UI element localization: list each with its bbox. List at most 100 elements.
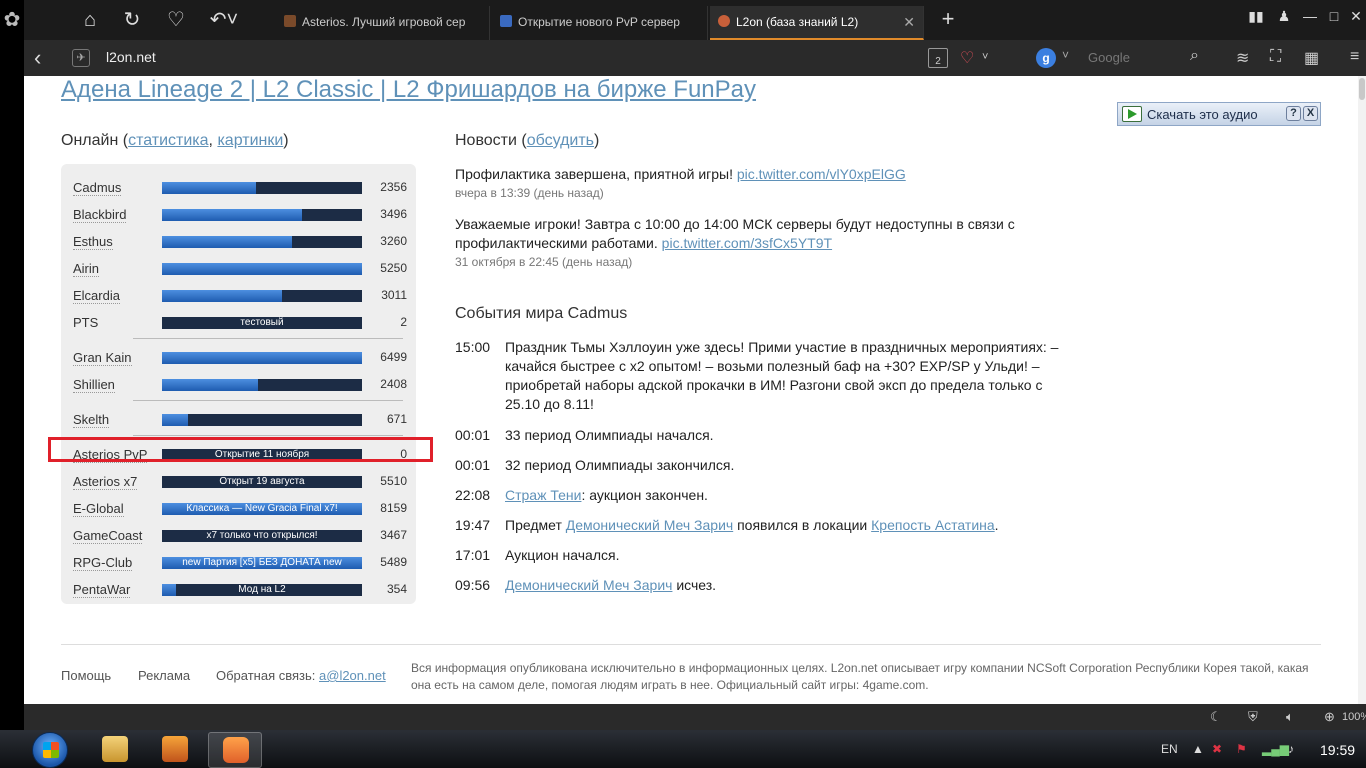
- taskbar-media-player[interactable]: [148, 732, 202, 768]
- google-logo-icon[interactable]: g: [1036, 48, 1056, 68]
- screenshot-icon[interactable]: ⛶: [1270, 48, 1281, 66]
- sound-icon[interactable]: 🔈︎: [1286, 709, 1294, 725]
- discuss-link[interactable]: обсудить: [527, 132, 594, 149]
- server-online-count: 6499: [380, 350, 407, 364]
- event-link[interactable]: Страж Тени: [505, 487, 581, 503]
- server-row: Esthus 3260: [73, 232, 407, 252]
- server-name-link[interactable]: Gran Kain: [73, 350, 132, 366]
- close-icon[interactable]: X: [1303, 106, 1318, 121]
- news-twitter-link[interactable]: pic.twitter.com/3sfCx5YT9T: [662, 235, 832, 251]
- server-name-link[interactable]: Asterios x7: [73, 474, 138, 490]
- site-info-icon[interactable]: ✈: [72, 49, 90, 67]
- back-arrow-icon[interactable]: ‹: [34, 44, 41, 72]
- start-button[interactable]: [32, 732, 68, 768]
- tray-arrow-icon[interactable]: ▲: [1192, 742, 1204, 756]
- server-online-count: 354: [386, 582, 407, 596]
- server-name-link[interactable]: Elcardia: [73, 288, 120, 304]
- server-row: RPG-Club new Партия [x5] БЕЗ ДОНАТА new 54…: [73, 553, 407, 573]
- server-online-count: 2408: [380, 377, 407, 391]
- event-text: Праздник Тьмы Хэллоуин уже здесь! Прими …: [505, 338, 1065, 414]
- event-location-link[interactable]: Крепость Астатина: [871, 517, 995, 533]
- page-scrollbar[interactable]: [1358, 76, 1366, 704]
- tab-l2on[interactable]: L2on (база знаний L2) ✕: [710, 6, 924, 40]
- tab-asterios[interactable]: Asterios. Лучший игровой сер: [276, 6, 490, 40]
- server-row: Shillien 2408: [73, 375, 407, 395]
- night-mode-icon[interactable]: ☾: [1210, 709, 1222, 725]
- highlight-rectangle: [48, 437, 433, 462]
- favorites-heart-icon[interactable]: ♡: [162, 6, 190, 34]
- play-icon[interactable]: [1122, 106, 1142, 122]
- help-icon[interactable]: ?: [1286, 106, 1301, 121]
- pictures-link[interactable]: картинки: [217, 132, 283, 149]
- scrollbar-thumb[interactable]: [1359, 78, 1365, 100]
- headline-ad-link[interactable]: Адена Lineage 2 | L2 Classic | L2 Фришар…: [61, 76, 756, 104]
- help-link[interactable]: Помощь: [61, 668, 111, 683]
- reload-icon[interactable]: ↻: [118, 6, 146, 34]
- server-name-link[interactable]: E-Global: [73, 501, 124, 517]
- event-time: 00:01: [455, 427, 491, 443]
- news-twitter-link[interactable]: pic.twitter.com/vlY0xpElGG: [737, 166, 906, 182]
- flag-tray-icon[interactable]: ⚑: [1236, 742, 1247, 756]
- search-input[interactable]: Google: [1088, 50, 1130, 65]
- event-text-part: 32 период Олимпиады закончился.: [505, 457, 735, 473]
- server-name-link[interactable]: RPG-Club: [73, 555, 133, 571]
- search-icon[interactable]: ⌕: [1190, 47, 1199, 65]
- zoom-level[interactable]: 100%: [1342, 711, 1366, 723]
- taskbar-uc-browser[interactable]: [208, 732, 262, 768]
- ads-link[interactable]: Реклама: [138, 668, 190, 683]
- download-audio-label[interactable]: Скачать это аудио: [1147, 107, 1258, 122]
- volume-tray-icon[interactable]: ♪: [1288, 742, 1294, 756]
- server-online-count: 3011: [381, 288, 407, 302]
- uc-browser-logo-icon[interactable]: ✿: [0, 0, 24, 40]
- server-load-bar: [162, 263, 362, 275]
- engine-chevron-icon[interactable]: ˅: [1062, 48, 1069, 62]
- shield-icon[interactable]: ⛨: [1248, 709, 1258, 725]
- tabs-count-icon[interactable]: 2: [928, 48, 948, 68]
- feedback-text: Обратная связь: a@l2on.net: [216, 668, 386, 683]
- server-bar-label: тестовый: [240, 317, 284, 328]
- event-link[interactable]: Демонический Меч Зарич: [505, 577, 672, 593]
- server-name-link[interactable]: Airin: [73, 261, 100, 277]
- server-name-link[interactable]: Skelth: [73, 412, 110, 428]
- antivirus-tray-icon[interactable]: ✖: [1212, 742, 1222, 756]
- taskbar-explorer[interactable]: [88, 732, 142, 768]
- url-field[interactable]: l2on.net: [106, 49, 156, 65]
- new-tab-icon[interactable]: +: [934, 6, 962, 34]
- extensions-icon[interactable]: ▦: [1304, 48, 1319, 68]
- server-name-link[interactable]: Shillien: [73, 377, 115, 393]
- shirt-icon[interactable]: ♟: [1274, 8, 1294, 25]
- menu-icon[interactable]: ≡: [1350, 48, 1359, 66]
- server-load-bar: [162, 182, 362, 194]
- server-load-bar: тестовый: [162, 317, 362, 329]
- server-load-bar: [162, 352, 362, 364]
- favorite-heart-icon[interactable]: ♡: [960, 48, 974, 68]
- server-name-link[interactable]: Cadmus: [73, 180, 122, 196]
- server-name-link[interactable]: Esthus: [73, 234, 113, 250]
- maximize-icon[interactable]: □: [1324, 8, 1344, 24]
- server-name-link[interactable]: Blackbird: [73, 207, 127, 223]
- event-time: 17:01: [455, 547, 491, 563]
- clock[interactable]: 19:59: [1320, 742, 1355, 758]
- server-bar-label: [162, 236, 362, 248]
- close-window-icon[interactable]: ✕: [1346, 8, 1366, 25]
- server-name-link[interactable]: GameCoast: [73, 528, 143, 544]
- undo-close-tab-icon[interactable]: ↶˅: [204, 6, 244, 34]
- server-online-count: 671: [386, 412, 407, 426]
- stats-link[interactable]: статистика: [128, 132, 208, 149]
- zoom-icon[interactable]: ⊕: [1324, 709, 1335, 725]
- server-name-link[interactable]: PentaWar: [73, 582, 131, 598]
- email-link[interactable]: a@l2on.net: [319, 668, 386, 683]
- tab-new-pvp-server[interactable]: Открытие нового PvP сервер: [492, 6, 708, 40]
- language-indicator[interactable]: EN: [1161, 742, 1178, 756]
- network-tray-icon[interactable]: ▂▄▆: [1262, 742, 1289, 756]
- chevron-down-icon[interactable]: ˅: [982, 51, 988, 63]
- skin-icon[interactable]: ▮▮: [1246, 8, 1266, 25]
- tab-close-icon[interactable]: ✕: [903, 6, 915, 38]
- minimize-icon[interactable]: —: [1300, 8, 1320, 24]
- search-box[interactable]: g ˅ Google ⌕: [1032, 46, 1212, 70]
- download-audio-widget[interactable]: Скачать это аудио ? X: [1117, 102, 1321, 126]
- wifi-icon[interactable]: ≋: [1236, 48, 1249, 68]
- server-online-count: 5489: [380, 555, 407, 569]
- home-icon[interactable]: ⌂: [76, 6, 104, 34]
- event-link[interactable]: Демонический Меч Зарич: [566, 517, 733, 533]
